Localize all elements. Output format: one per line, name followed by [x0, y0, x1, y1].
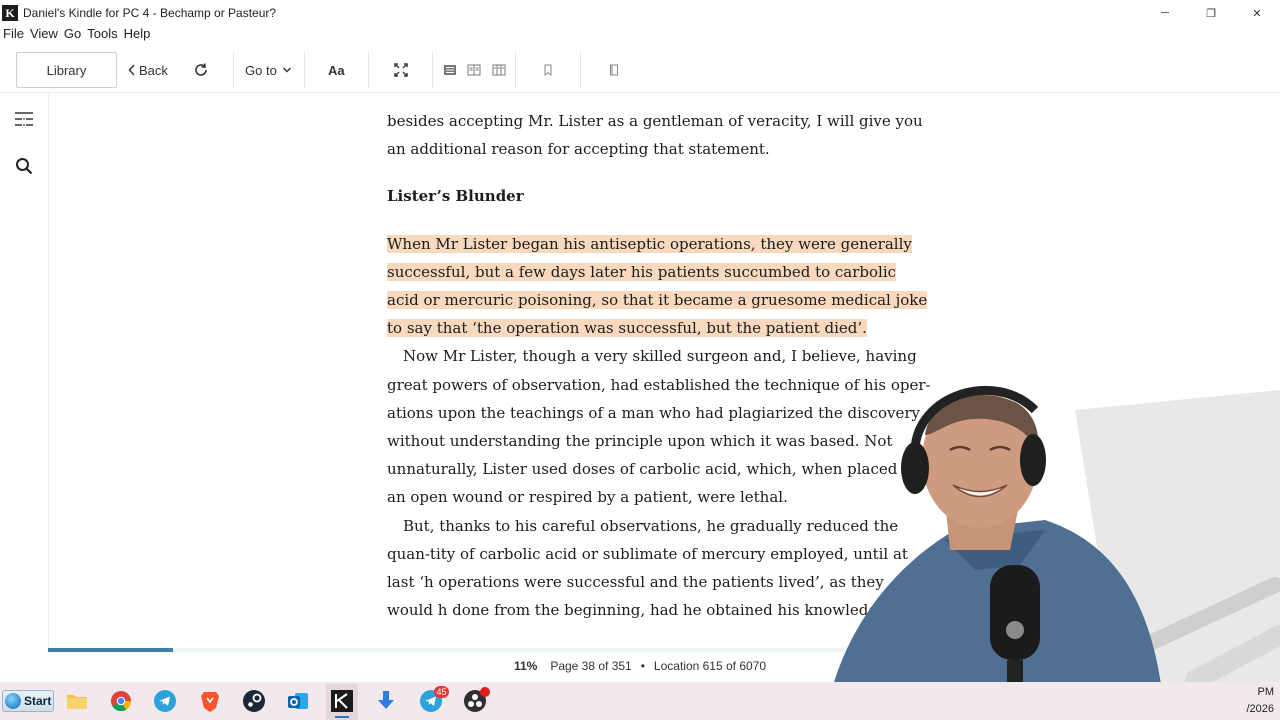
chrome-icon[interactable]	[109, 689, 133, 713]
highlighted-paragraph[interactable]: When Mr Lister began his antiseptic oper…	[387, 230, 932, 343]
progress-percent: 11%	[513, 659, 538, 673]
status-separator: •	[640, 659, 645, 673]
maximize-button[interactable]: ❐	[1188, 0, 1234, 26]
kindle-app-icon[interactable]: K	[2, 5, 18, 21]
back-label: Back	[139, 62, 168, 78]
minimize-button[interactable]: ─	[1142, 0, 1188, 26]
toolbar-divider	[304, 52, 305, 88]
clock-time: PM	[1257, 686, 1275, 698]
window-controls: ─ ❐ ✕	[1142, 0, 1280, 26]
menu-go[interactable]: Go	[64, 26, 81, 44]
taskbar: Start 45	[0, 682, 1280, 720]
menu-tools[interactable]: Tools	[87, 26, 117, 44]
menu-bar: File View Go Tools Help	[0, 26, 153, 44]
start-label: Start	[24, 694, 52, 708]
menu-file[interactable]: File	[3, 26, 24, 44]
system-clock[interactable]: PM /2026	[1246, 684, 1274, 718]
close-button[interactable]: ✕	[1234, 0, 1280, 26]
sync-icon[interactable]	[190, 59, 212, 81]
outlook-icon[interactable]	[286, 689, 310, 713]
recording-indicator	[480, 687, 490, 697]
back-button[interactable]: Back	[128, 52, 168, 88]
book-paragraph: besides accepting Mr. Lister as a gentle…	[387, 112, 923, 159]
menu-help[interactable]: Help	[124, 26, 151, 44]
toolbar-divider	[233, 52, 234, 88]
two-column-icon[interactable]	[463, 59, 485, 81]
toolbar-divider	[580, 52, 581, 88]
single-column-icon[interactable]	[439, 59, 461, 81]
file-explorer-icon[interactable]	[65, 689, 89, 713]
toolbar-divider	[368, 52, 369, 88]
telegram-icon[interactable]	[153, 689, 177, 713]
start-button[interactable]: Start	[2, 690, 54, 712]
chevron-left-icon	[128, 64, 135, 76]
library-button[interactable]: Library	[16, 52, 117, 88]
webcam-overlay	[745, 380, 1280, 720]
table-of-contents-icon[interactable]	[12, 107, 36, 131]
notebook-icon[interactable]	[603, 59, 625, 81]
title-bar: K Daniel's Kindle for PC 4 - Bechamp or …	[0, 0, 1280, 26]
windows-orb-icon	[5, 693, 21, 709]
steam-icon[interactable]	[242, 689, 266, 713]
highlight-text[interactable]: When Mr Lister began his antiseptic oper…	[387, 234, 928, 338]
menu-view[interactable]: View	[30, 26, 58, 44]
window-title: Daniel's Kindle for PC 4 - Bechamp or Pa…	[23, 6, 277, 20]
reader-toolbar: Library Back Go to Aa	[0, 47, 1280, 93]
section-heading: Lister’s Blunder	[387, 187, 524, 206]
fullscreen-icon[interactable]	[390, 59, 412, 81]
search-icon[interactable]	[12, 154, 36, 178]
goto-menu[interactable]: Go to	[245, 52, 292, 88]
side-rail	[0, 94, 49, 652]
goto-label: Go to	[245, 62, 277, 78]
toolbar-divider	[432, 52, 433, 88]
kindle-window: K Daniel's Kindle for PC 4 - Bechamp or …	[0, 0, 1280, 720]
clock-date: /2026	[1246, 703, 1274, 715]
font-settings-button[interactable]: Aa	[328, 52, 345, 88]
page-indicator: Page 38 of 351	[550, 659, 632, 673]
download-manager-icon[interactable]	[374, 689, 398, 713]
three-column-icon[interactable]	[488, 59, 510, 81]
notification-badge: 45	[434, 686, 449, 698]
chevron-down-icon	[282, 67, 291, 73]
active-app-indicator	[335, 716, 349, 718]
kindle-taskbar-button[interactable]	[326, 684, 358, 720]
toolbar-divider	[515, 52, 516, 88]
kindle-app-icon	[331, 690, 353, 712]
bookmark-icon[interactable]	[537, 59, 559, 81]
presenter-image	[825, 385, 1280, 720]
brave-browser-icon[interactable]	[198, 689, 222, 713]
